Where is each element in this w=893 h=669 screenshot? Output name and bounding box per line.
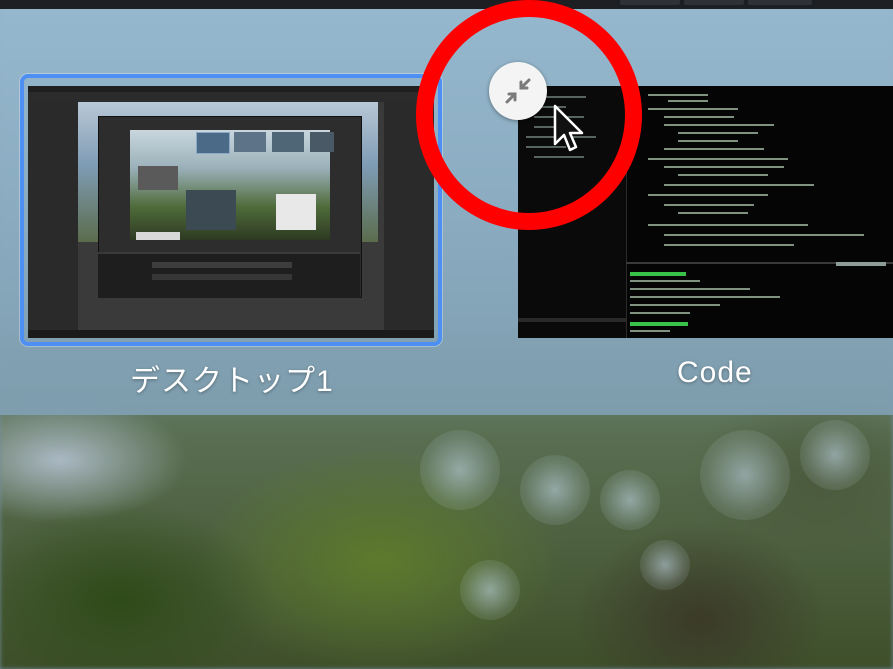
wallpaper-bokeh xyxy=(600,470,660,530)
code-text-line xyxy=(630,304,720,306)
code-text-line xyxy=(648,224,808,226)
thumb-top-mini-4 xyxy=(310,132,334,152)
top-strip-segment xyxy=(620,0,680,5)
wallpaper-bokeh xyxy=(460,560,520,620)
code-terminal-green xyxy=(630,272,686,276)
mouse-pointer-icon xyxy=(553,104,584,152)
thumb-top-mini-1 xyxy=(196,132,230,154)
wallpaper-bokeh xyxy=(800,420,870,490)
code-text-line xyxy=(664,204,754,206)
code-text-line xyxy=(630,296,780,298)
thumb-top-mini-2 xyxy=(234,132,266,152)
exit-fullscreen-button[interactable] xyxy=(489,62,547,120)
top-strip-segment xyxy=(684,0,744,5)
code-text-line xyxy=(648,158,788,160)
exit-fullscreen-icon xyxy=(505,78,531,104)
thumb-left-panel xyxy=(28,102,78,338)
code-statusbar xyxy=(518,318,626,322)
code-text-line xyxy=(678,174,768,176)
code-text-line xyxy=(630,288,750,290)
thumb-inner-card xyxy=(186,190,236,230)
code-text-line xyxy=(648,194,768,196)
code-text-line xyxy=(630,280,700,282)
thumb-inner-card xyxy=(138,166,178,190)
desktop-1-thumbnail[interactable] xyxy=(28,86,434,338)
code-minimap-bar xyxy=(836,262,886,266)
thumb-timeline-track xyxy=(152,262,292,268)
code-text-line xyxy=(678,140,738,142)
thumb-inner-card xyxy=(276,194,316,230)
code-text-line xyxy=(664,244,794,246)
thumb-toolbar xyxy=(28,92,434,102)
space-label-desktop-1: デスクトップ1 xyxy=(130,365,334,398)
code-terminal-green xyxy=(630,322,688,326)
code-text-line xyxy=(678,212,748,214)
thumb-status-bar xyxy=(28,330,434,338)
code-text-line xyxy=(668,100,708,102)
thumb-top-mini-3 xyxy=(272,132,304,152)
top-strip-segment xyxy=(748,0,812,5)
code-text-line xyxy=(630,312,690,314)
wallpaper-bokeh xyxy=(640,540,690,590)
code-text-line xyxy=(664,148,764,150)
code-text-line xyxy=(664,116,734,118)
code-text-line xyxy=(678,132,758,134)
thumb-timeline-track xyxy=(152,274,292,280)
code-text-line xyxy=(664,124,774,126)
thumb-inner-card xyxy=(136,232,180,240)
code-text-line xyxy=(664,184,814,186)
code-text-line xyxy=(648,94,708,96)
wallpaper-bokeh xyxy=(700,430,790,520)
code-text-line xyxy=(648,108,738,110)
top-strip xyxy=(0,0,893,9)
code-text-line xyxy=(664,234,864,236)
code-text-line xyxy=(664,166,784,168)
wallpaper-bokeh xyxy=(520,455,590,525)
code-text-line xyxy=(630,330,670,332)
space-label-code: Code xyxy=(677,356,753,389)
wallpaper-bokeh xyxy=(420,430,500,510)
